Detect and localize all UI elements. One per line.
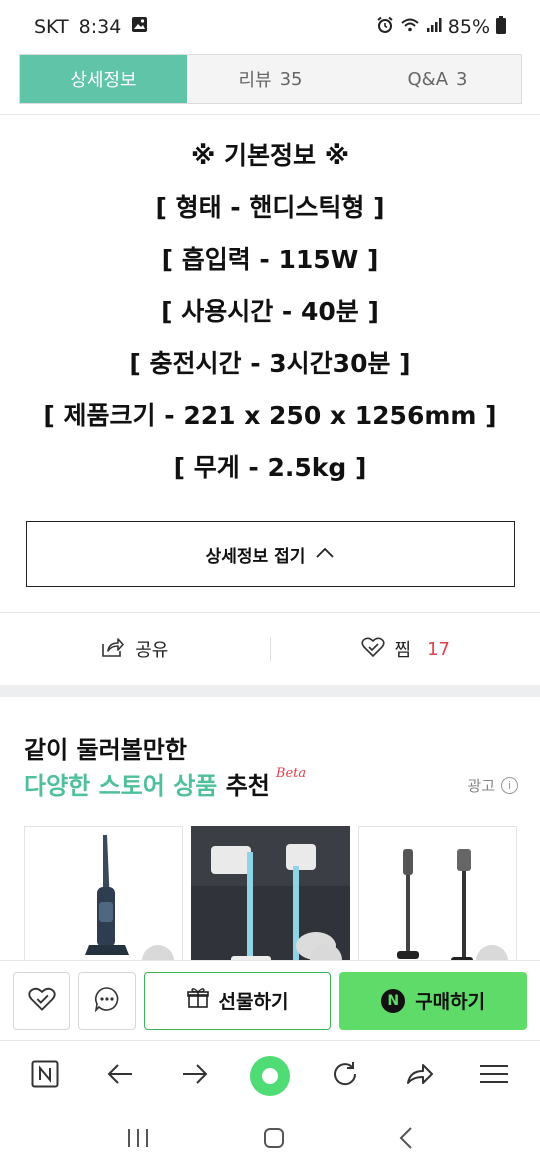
heart-check-icon	[27, 986, 57, 1016]
collapse-details-label: 상세정보 접기	[205, 546, 306, 567]
tab-reviews[interactable]: 리뷰 35	[187, 55, 354, 103]
gift-button[interactable]: 선물하기	[143, 971, 332, 1030]
recommended-products	[24, 826, 518, 960]
info-line: [ 충전시간 - 3시간30분 ]	[129, 349, 411, 378]
status-bar: SKT 8:34 85%	[0, 0, 540, 54]
naver-n-icon	[31, 1060, 59, 1092]
tab-details[interactable]: 상세정보	[20, 55, 187, 103]
refresh-icon	[331, 1060, 359, 1092]
wishlist-button[interactable]	[13, 971, 71, 1030]
carrier-label: SKT	[34, 16, 69, 38]
buy-button[interactable]: N 구매하기	[339, 971, 527, 1030]
product-card[interactable]	[358, 826, 517, 960]
forward-button[interactable]	[170, 1051, 220, 1101]
tab-qna[interactable]: Q&A 3	[354, 55, 521, 103]
ad-label-text: 광고	[467, 777, 495, 795]
wifi-icon	[400, 16, 420, 38]
info-line: [ 형태 - 핸디스틱형 ]	[155, 193, 385, 222]
ad-label[interactable]: 광고 i	[467, 775, 518, 796]
chevron-left-icon	[398, 1127, 414, 1154]
purchase-bar: 선물하기 N 구매하기	[0, 960, 540, 1040]
time-label: 8:34	[78, 16, 122, 38]
chevron-up-icon	[315, 544, 335, 564]
zzim-count: 17	[427, 638, 450, 660]
browser-toolbar	[0, 1040, 540, 1110]
hamburger-menu-icon	[479, 1064, 509, 1088]
product-tabs: 상세정보 리뷰 35 Q&A 3	[19, 54, 522, 104]
info-icon: i	[501, 777, 518, 794]
green-dot-icon	[249, 1055, 290, 1096]
info-heading: ※ 기본정보 ※	[190, 141, 350, 170]
basic-info: ※ 기본정보 ※ [ 형태 - 핸디스틱형 ] [ 흡입력 - 115W ] […	[0, 130, 540, 494]
recommend-title-highlight: 다양한 스토어 상품	[24, 772, 218, 800]
system-nav-bar	[0, 1110, 540, 1170]
beta-badge: Beta	[275, 766, 307, 781]
zzim-button[interactable]: 찜 17	[271, 636, 540, 663]
info-line: [ 무게 - 2.5kg ]	[173, 453, 367, 482]
buy-label: 구매하기	[415, 991, 486, 1013]
info-line: [ 사용시간 - 40분 ]	[161, 297, 379, 326]
gift-label: 선물하기	[218, 991, 289, 1013]
info-line: [ 제품크기 - 221 x 250 x 1256mm ]	[43, 401, 497, 430]
recent-apps-button[interactable]	[126, 1127, 150, 1153]
share-page-button[interactable]	[395, 1051, 445, 1101]
product-card[interactable]	[191, 826, 350, 960]
section-separator	[0, 685, 540, 697]
arrow-right-icon	[181, 1063, 209, 1089]
green-dot-button[interactable]	[245, 1051, 295, 1101]
heart-check-icon	[360, 636, 385, 663]
back-button[interactable]	[95, 1051, 145, 1101]
chat-bubble-icon	[93, 985, 121, 1017]
recommend-title-line2: 다양한 스토어 상품 추천 Beta	[24, 766, 306, 801]
signal-icon	[426, 16, 442, 38]
share-icon	[101, 636, 125, 663]
refresh-button[interactable]	[320, 1051, 370, 1101]
gallery-notification-icon	[131, 16, 148, 38]
share-button[interactable]: 공유	[0, 636, 270, 663]
tab-qna-label: Q&A	[407, 68, 449, 90]
share-like-row: 공유 찜 17	[0, 613, 540, 685]
info-line: [ 흡입력 - 115W ]	[161, 245, 379, 274]
naver-home-button[interactable]	[20, 1051, 70, 1101]
system-back-button[interactable]	[398, 1126, 414, 1154]
tab-reviews-label: 리뷰	[238, 70, 272, 91]
tab-reviews-count: 35	[279, 68, 303, 90]
battery-icon	[496, 15, 506, 39]
collapse-details-button[interactable]: 상세정보 접기	[26, 521, 515, 587]
alarm-icon	[376, 16, 394, 39]
home-icon	[262, 1128, 286, 1154]
tab-qna-count: 3	[456, 68, 468, 90]
chat-button[interactable]	[78, 971, 136, 1030]
home-button[interactable]	[262, 1126, 286, 1154]
naver-pay-badge: N	[381, 988, 406, 1013]
product-card[interactable]	[24, 826, 183, 960]
arrow-left-icon	[106, 1063, 134, 1089]
gift-icon	[186, 987, 209, 1014]
recent-apps-icon	[126, 1129, 150, 1153]
divider	[0, 114, 540, 115]
battery-percent: 85%	[447, 16, 490, 38]
recommend-title-rest: 추천	[225, 772, 270, 800]
share-label: 공유	[135, 640, 169, 661]
recommend-title-line1: 같이 둘러볼만한	[24, 736, 187, 764]
menu-button[interactable]	[469, 1051, 519, 1101]
tab-details-label: 상세정보	[70, 70, 137, 91]
zzim-label: 찜	[394, 640, 412, 661]
share-arrow-icon	[405, 1062, 435, 1090]
